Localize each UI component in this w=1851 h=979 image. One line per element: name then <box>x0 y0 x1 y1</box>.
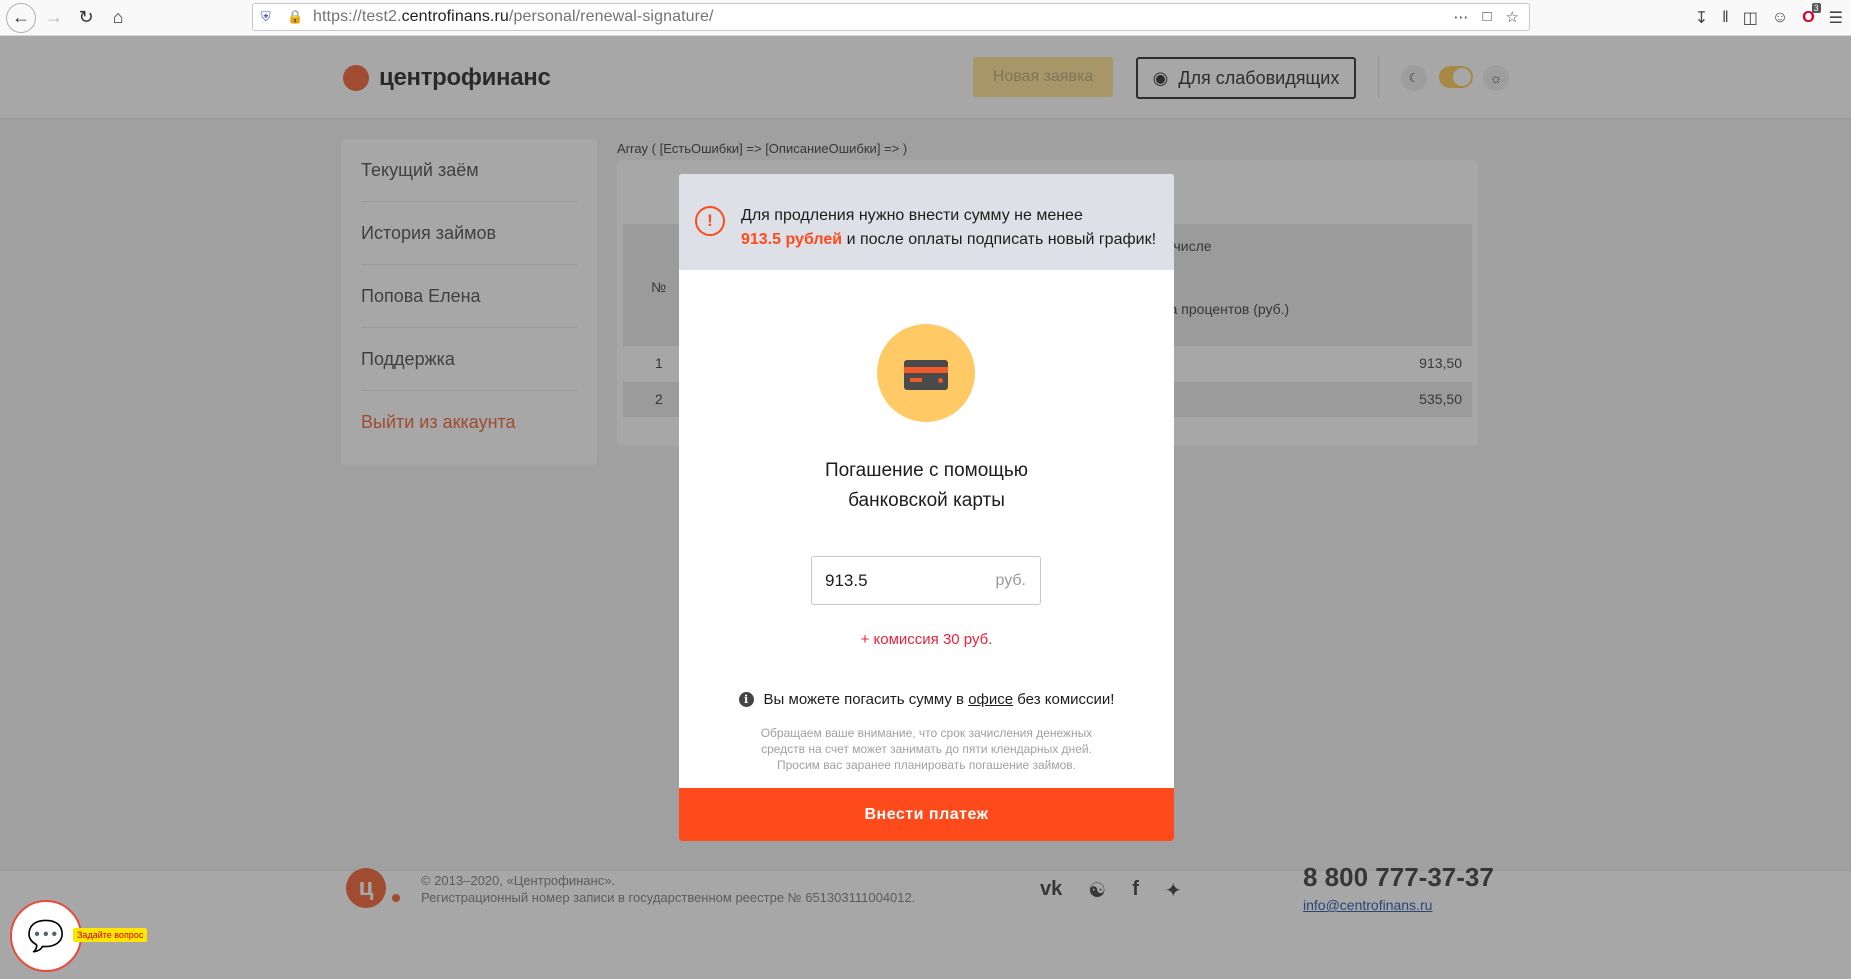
tracking-shield-icon[interactable]: ⛨ <box>261 9 277 25</box>
modal-title: Погашение с помощью банковской карты <box>824 460 1029 511</box>
processing-note: Обращаем ваше внимание, что срок зачисле… <box>760 726 1093 772</box>
amount-field[interactable]: руб. <box>811 556 1041 605</box>
renewal-alert: ! Для продления нужно внести сумму не ме… <box>679 174 1174 270</box>
forward-arrow-icon[interactable]: → <box>40 4 68 32</box>
chat-bubble-icon[interactable]: 💬 <box>10 900 82 972</box>
back-arrow-icon[interactable]: ← <box>6 2 36 33</box>
account-icon[interactable]: ☺ <box>1772 9 1788 27</box>
home-icon[interactable]: ⌂ <box>104 4 132 32</box>
browser-toolbar: ← → ↻ ⌂ ⛨ 🔒 https://test2.centrofinans.r… <box>0 0 1851 36</box>
lock-icon[interactable]: 🔒 <box>287 9 303 25</box>
menu-icon[interactable]: ☰ <box>1829 8 1843 28</box>
sidebar-toggle-icon[interactable]: ◫ <box>1743 8 1758 28</box>
download-icon[interactable]: ↧ <box>1695 8 1708 28</box>
library-icon[interactable]: ‖ <box>1722 9 1729 27</box>
pay-button[interactable]: Внести платеж <box>679 788 1174 841</box>
alert-text: Для продления нужно внести сумму не мене… <box>741 207 1157 248</box>
commission-text: + комиссия 30 руб. <box>860 631 993 648</box>
bank-card-icon <box>877 324 975 422</box>
info-icon: i <box>738 692 754 707</box>
extension-icon[interactable]: O3 <box>1802 3 1821 27</box>
chat-label[interactable]: Задайте вопрос <box>73 928 148 942</box>
address-bar[interactable]: ⛨ 🔒 https://test2.centrofinans.ru/person… <box>252 3 1530 31</box>
office-link[interactable]: офисе <box>968 691 1013 708</box>
page-actions-icon[interactable]: ⋯ <box>1453 8 1468 26</box>
reload-icon[interactable]: ↻ <box>72 4 100 32</box>
pocket-icon[interactable]: □ <box>1482 8 1491 26</box>
warning-icon: ! <box>695 206 725 236</box>
payment-modal: ! Для продления нужно внести сумму не ме… <box>679 174 1174 841</box>
bookmark-star-icon[interactable]: ☆ <box>1506 8 1519 26</box>
office-info: i Вы можете погасить сумму в офисе без к… <box>679 691 1174 708</box>
amount-input[interactable] <box>825 570 975 591</box>
currency-label: руб. <box>995 571 1026 589</box>
url-text[interactable]: https://test2.centrofinans.ru/personal/r… <box>313 8 714 26</box>
